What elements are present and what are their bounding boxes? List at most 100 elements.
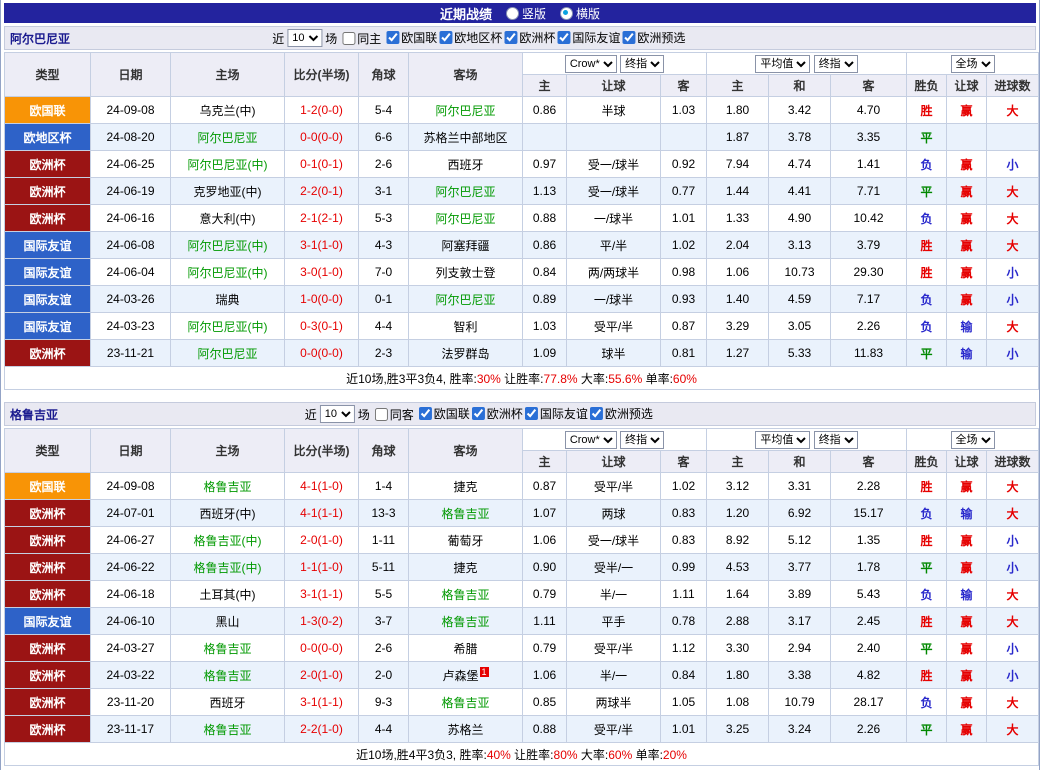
same-venue-checkbox[interactable] [342,32,355,45]
odds-away: 1.01 [661,716,707,743]
competition-filter[interactable]: 欧洲预选 [620,29,685,46]
bookmaker-select[interactable]: Crow* [565,431,617,449]
scope-select[interactable]: 全场 [951,431,995,449]
odds-handicap: 受平/半 [567,716,661,743]
away-team: 希腊 [409,635,523,662]
match-date: 24-06-16 [91,205,171,232]
match-date: 24-03-23 [91,313,171,340]
competition-filter[interactable]: 欧国联 [417,405,470,422]
match-type-badge: 欧洲杯 [5,581,91,608]
col-header-away: 客场 [409,429,523,473]
competition-checkbox[interactable] [472,407,485,420]
col-header-type: 类型 [5,53,91,97]
avg-home: 3.12 [707,473,769,500]
odds-stage-select[interactable]: 终指 [620,55,664,73]
competition-filter[interactable]: 欧洲预选 [588,405,653,422]
view-option-label: 横版 [576,5,600,22]
avg-stage-select[interactable]: 终指 [814,431,858,449]
competition-checkbox[interactable] [439,31,452,44]
col-header-handicap: 让球 [947,451,987,473]
odds-away: 1.05 [661,689,707,716]
home-team: 格鲁吉亚(中) [171,554,285,581]
away-team: 苏格兰 [409,716,523,743]
handicap-result-flag: 赢 [947,608,987,635]
avg-home: 1.80 [707,97,769,124]
competition-label: 欧国联 [401,29,437,46]
col-header-odds-handicap: 让球 [567,451,661,473]
competition-filter[interactable]: 欧国联 [384,29,437,46]
handicap-result-flag [947,124,987,151]
avg-draw: 4.90 [769,205,831,232]
home-team: 西班牙(中) [171,500,285,527]
match-score: 1-3(0-2) [285,608,359,635]
result-flag: 胜 [907,232,947,259]
matches-table: 类型 日期 主场 比分(半场) 角球 客场 Crow* 终指 平均值 终指 [4,428,1039,766]
view-option-horizontal[interactable]: 横版 [560,5,600,22]
away-team: 西班牙 [409,151,523,178]
odds-away: 1.11 [661,581,707,608]
competition-checkbox[interactable] [557,31,570,44]
match-type-badge: 国际友谊 [5,232,91,259]
col-header-corner: 角球 [359,429,409,473]
recent-count-select[interactable]: 10 [320,405,355,423]
same-venue-checkbox[interactable] [375,408,388,421]
match-row: 欧洲杯24-03-27格鲁吉亚0-0(0-0)2-6希腊0.79受平/半1.12… [5,635,1039,662]
away-team-badge: 1 [480,667,489,677]
competition-checkbox[interactable] [525,407,538,420]
summary-stat-label: 单率: [632,748,663,762]
avg-stage-select[interactable]: 终指 [814,55,858,73]
odds-stage-select[interactable]: 终指 [620,431,664,449]
odds-home: 0.86 [523,232,567,259]
competition-filter[interactable]: 欧地区杯 [437,29,502,46]
col-header-avg-draw: 和 [769,451,831,473]
avg-draw: 3.17 [769,608,831,635]
result-flag: 负 [907,151,947,178]
competition-filter[interactable]: 欧洲杯 [502,29,555,46]
home-team: 瑞典 [171,286,285,313]
match-type-badge: 欧洲杯 [5,554,91,581]
same-venue-filter[interactable]: 同主 [340,30,381,47]
recent-suffix-label: 场 [358,406,370,423]
match-type-badge: 欧国联 [5,473,91,500]
odds-handicap: 一/球半 [567,286,661,313]
same-venue-filter[interactable]: 同客 [373,406,414,423]
bookmaker-select[interactable]: Crow* [565,55,617,73]
avg-draw: 6.92 [769,500,831,527]
goals-result-flag: 大 [987,205,1039,232]
odds-home: 0.97 [523,151,567,178]
corner-score: 5-5 [359,581,409,608]
corner-score: 0-1 [359,286,409,313]
match-row: 欧洲杯24-06-19克罗地亚(中)2-2(0-1)3-1阿尔巴尼亚1.13受一… [5,178,1039,205]
result-flag: 胜 [907,473,947,500]
summary-row: 近10场,胜4平3负3, 胜率:40% 让胜率:80% 大率:60% 单率:20… [5,743,1039,766]
competition-filter[interactable]: 国际友谊 [555,29,620,46]
avg-draw: 3.89 [769,581,831,608]
recent-results-page: 近期战绩 竖版 横版 阿尔巴尼亚 近 10 场 同主 欧国联欧地区杯欧洲杯国际友… [0,0,1040,770]
competition-filter[interactable]: 国际友谊 [523,405,588,422]
odds-home: 0.86 [523,97,567,124]
competition-checkbox[interactable] [386,31,399,44]
recent-count-select[interactable]: 10 [287,29,322,47]
competition-checkbox[interactable] [504,31,517,44]
odds-home: 1.11 [523,608,567,635]
match-row: 国际友谊24-03-26瑞典1-0(0-0)0-1阿尔巴尼亚0.89一/球半0.… [5,286,1039,313]
avg-select[interactable]: 平均值 [755,55,810,73]
odds-handicap: 一/球半 [567,205,661,232]
competition-filter[interactable]: 欧洲杯 [470,405,523,422]
corner-score: 2-6 [359,635,409,662]
same-venue-label: 同客 [390,406,414,423]
view-option-vertical[interactable]: 竖版 [506,5,546,22]
corner-score: 3-1 [359,178,409,205]
avg-away: 2.26 [831,313,907,340]
home-team: 阿尔巴尼亚 [171,340,285,367]
match-date: 24-06-08 [91,232,171,259]
match-date: 24-06-27 [91,527,171,554]
corner-score: 4-4 [359,716,409,743]
avg-select[interactable]: 平均值 [755,431,810,449]
match-date: 24-06-10 [91,608,171,635]
competition-checkbox[interactable] [622,31,635,44]
competition-checkbox[interactable] [590,407,603,420]
competition-checkbox[interactable] [419,407,432,420]
scope-select[interactable]: 全场 [951,55,995,73]
col-header-home: 主场 [171,53,285,97]
